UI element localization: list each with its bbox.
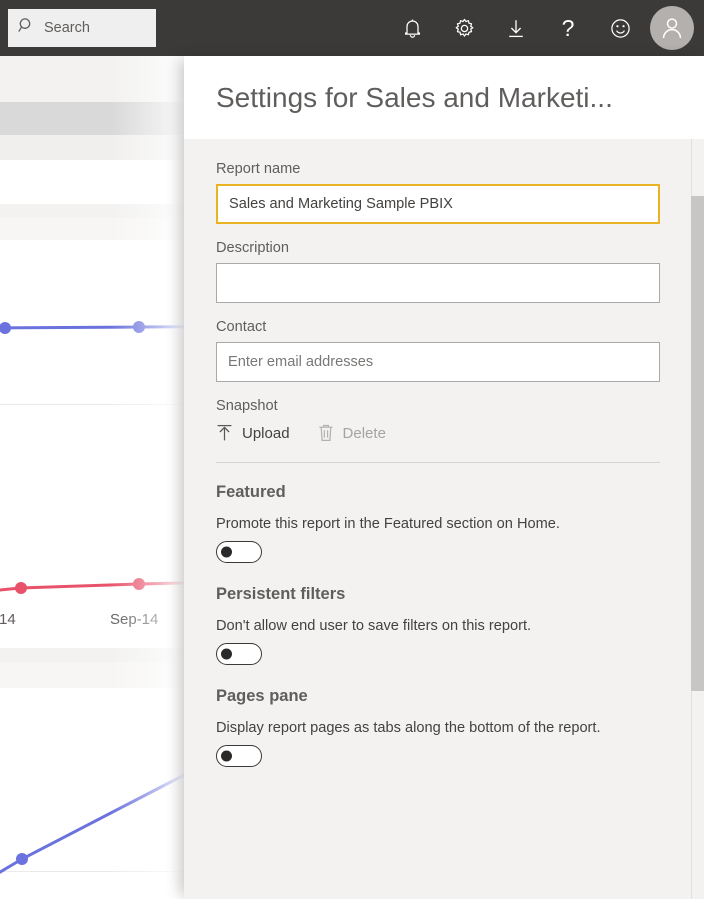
snapshot-actions: Upload Delete	[216, 424, 662, 442]
top-navigation-bar: Search ?	[0, 0, 704, 56]
notifications-icon[interactable]	[386, 0, 438, 56]
report-name-value: Sales and Marketing Sample PBIX	[229, 196, 453, 212]
upload-button[interactable]: Upload	[216, 424, 290, 442]
user-avatar[interactable]	[650, 6, 694, 50]
contact-input[interactable]: Enter email addresses	[216, 342, 660, 382]
section-persistent-filters: Persistent filters Don't allow end user …	[216, 585, 662, 665]
snapshot-group: Snapshot Upload Delete	[216, 398, 662, 442]
person-icon	[662, 18, 682, 39]
section-pages-pane-title: Pages pane	[216, 687, 308, 705]
toggle-knob	[221, 648, 232, 660]
settings-panel-body: Report name Sales and Marketing Sample P…	[184, 139, 704, 899]
contact-field-group: Contact Enter email addresses	[216, 319, 662, 382]
description-input[interactable]	[216, 263, 660, 303]
pages-pane-toggle[interactable]	[216, 745, 262, 767]
report-name-input[interactable]: Sales and Marketing Sample PBIX	[216, 184, 660, 224]
report-name-field-group: Report name Sales and Marketing Sample P…	[216, 161, 662, 224]
topbar-icon-group: ?	[386, 0, 698, 56]
section-featured: Featured Promote this report in the Feat…	[216, 483, 662, 563]
download-icon[interactable]	[490, 0, 542, 56]
panel-scrollbar[interactable]	[691, 139, 704, 899]
settings-panel: Settings for Sales and Marketi... Report…	[184, 56, 704, 899]
help-question-glyph: ?	[561, 14, 575, 41]
panel-scrollbar-thumb[interactable]	[691, 196, 704, 691]
upload-arrow-icon	[216, 424, 233, 442]
trash-icon	[318, 424, 334, 442]
settings-gear-icon[interactable]	[438, 0, 490, 56]
search-placeholder: Search	[44, 20, 90, 36]
featured-toggle[interactable]	[216, 541, 262, 563]
contact-placeholder: Enter email addresses	[228, 354, 374, 370]
section-divider	[216, 462, 660, 463]
section-featured-title: Featured	[216, 483, 286, 501]
section-persistent-filters-title: Persistent filters	[216, 585, 346, 603]
delete-button: Delete	[318, 424, 386, 442]
axis-tick-label: -14	[0, 611, 16, 628]
help-question-icon[interactable]: ?	[542, 0, 594, 56]
app-root: -14 Sep-14 Search	[0, 0, 704, 899]
section-pages-pane-description: Display report pages as tabs along the b…	[216, 720, 601, 736]
toggle-knob	[221, 546, 232, 558]
search-input[interactable]: Search	[8, 9, 156, 47]
report-name-label: Report name	[216, 161, 301, 177]
delete-label: Delete	[342, 424, 386, 442]
page-title: Settings for Sales and Marketi...	[216, 81, 613, 113]
contact-label: Contact	[216, 319, 267, 335]
snapshot-label: Snapshot	[216, 398, 278, 414]
axis-tick-label: Sep-14	[110, 611, 158, 628]
section-pages-pane: Pages pane Display report pages as tabs …	[216, 687, 662, 767]
description-label: Description	[216, 240, 289, 256]
settings-panel-header: Settings for Sales and Marketi...	[184, 56, 704, 139]
description-field-group: Description	[216, 240, 662, 303]
section-featured-description: Promote this report in the Featured sect…	[216, 516, 560, 532]
feedback-smiley-icon[interactable]	[594, 0, 646, 56]
search-icon	[18, 17, 35, 39]
toggle-knob	[221, 750, 232, 762]
persistent-filters-toggle[interactable]	[216, 643, 262, 665]
upload-label: Upload	[242, 424, 290, 442]
section-persistent-filters-description: Don't allow end user to save filters on …	[216, 618, 532, 634]
